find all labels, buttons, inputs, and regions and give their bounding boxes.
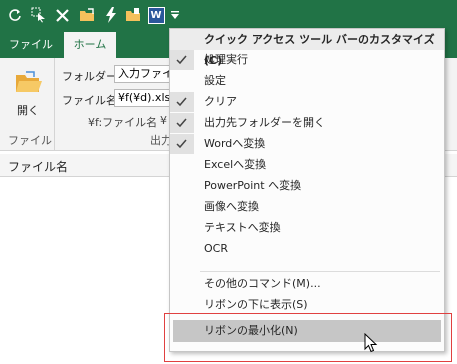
menu-item-more-commands[interactable]: その他のコマンド(M)...	[170, 274, 444, 294]
menu-item-label: 画像へ変換	[204, 200, 259, 213]
menu-item-label: その他のコマンド(M)...	[204, 277, 321, 290]
column-filename[interactable]: ファイル名	[8, 158, 68, 175]
file-group: 開く ファイル	[0, 58, 55, 150]
menu-item-label: リボンの下に表示(S)	[204, 298, 308, 311]
customize-quick-access-menu: クイック アクセス ツール バーのカスタマイズ(C) 処理実行 設定 クリア 出…	[169, 28, 445, 352]
menu-item-label: OCR	[204, 242, 228, 255]
filename-field[interactable]: ¥f(¥d).xlsx	[114, 89, 170, 107]
folder-field[interactable]: 入力ファイル	[114, 65, 170, 83]
menu-title: クイック アクセス ツール バーのカスタマイズ(C)	[170, 29, 444, 67]
open-button[interactable]: 開く	[17, 102, 39, 118]
dropdown-arrow-icon[interactable]	[166, 6, 184, 24]
menu-item-label: クリア	[204, 95, 237, 108]
checkmark-icon	[170, 50, 194, 70]
menu-item-to-excel[interactable]: Excelへ変換	[170, 155, 444, 175]
menu-item-label: Wordへ変換	[204, 137, 266, 150]
highlight-annotation	[164, 313, 452, 362]
menu-item-ocr[interactable]: OCR	[170, 239, 444, 259]
flash-icon[interactable]	[102, 6, 120, 24]
menu-item-run[interactable]: 処理実行	[170, 50, 444, 70]
menu-item-to-image[interactable]: 画像へ変換	[170, 197, 444, 217]
tab-file[interactable]: ファイル	[0, 32, 62, 58]
group-label-file: ファイル	[8, 134, 52, 147]
menu-item-label: PowerPoint へ変換	[204, 179, 302, 192]
menu-item-label: テキストへ変換	[204, 221, 281, 234]
refresh-icon[interactable]	[6, 6, 24, 24]
word-icon[interactable]: W	[147, 6, 165, 24]
format-hint: ¥f:ファイル名	[88, 116, 158, 129]
select-cursor-icon[interactable]	[30, 6, 48, 24]
tools-icon[interactable]	[54, 6, 72, 24]
menu-item-label: Excelへ変換	[204, 158, 267, 171]
format-hint-truncated: ¥	[160, 114, 167, 127]
menu-item-label: 出力先フォルダーを開く	[204, 116, 325, 129]
menu-item-show-below-ribbon[interactable]: リボンの下に表示(S)	[170, 295, 444, 315]
folder-open-icon[interactable]	[78, 6, 96, 24]
folder-label: フォルダー	[62, 70, 117, 83]
menu-item-label: 処理実行	[204, 53, 248, 66]
checkmark-icon	[170, 113, 194, 133]
tab-home[interactable]: ホーム	[64, 32, 116, 58]
mouse-cursor-icon	[364, 332, 378, 356]
folder-convert-icon[interactable]	[124, 6, 142, 24]
checkmark-icon	[170, 92, 194, 112]
word-letter: W	[147, 6, 165, 24]
menu-item-settings[interactable]: 設定	[170, 71, 444, 91]
checkmark-icon	[170, 134, 194, 154]
menu-item-to-text[interactable]: テキストへ変換	[170, 218, 444, 238]
menu-item-clear[interactable]: クリア	[170, 92, 444, 112]
menu-separator	[200, 271, 440, 272]
menu-item-to-word[interactable]: Wordへ変換	[170, 134, 444, 154]
folder-open-large-icon[interactable]	[14, 68, 42, 99]
filename-label: ファイル名	[62, 94, 117, 107]
menu-item-label: 設定	[204, 74, 226, 87]
menu-item-to-powerpoint[interactable]: PowerPoint へ変換	[170, 176, 444, 196]
menu-item-open-output-folder[interactable]: 出力先フォルダーを開く	[170, 113, 444, 133]
